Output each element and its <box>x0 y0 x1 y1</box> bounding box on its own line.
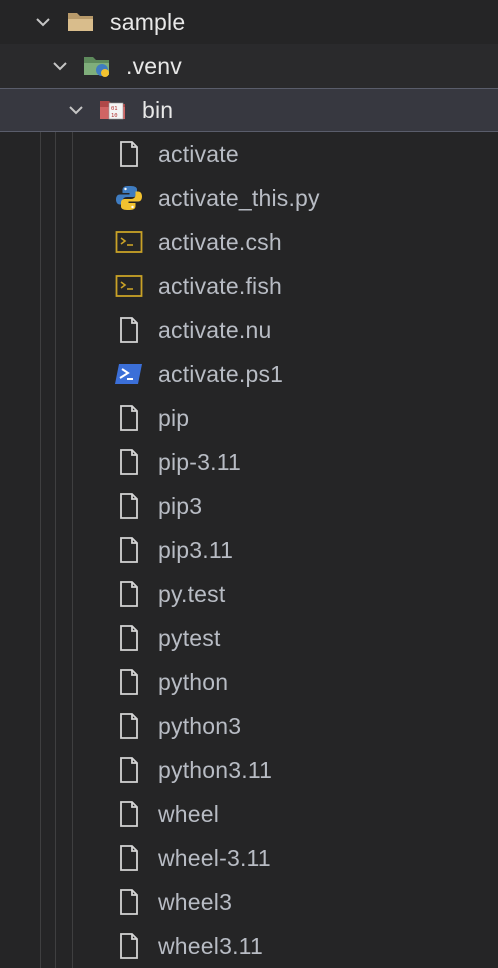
tree-label: activate <box>158 140 239 167</box>
file-icon <box>114 843 144 873</box>
tree-row-sample[interactable]: sample <box>0 0 498 44</box>
chevron-down-icon[interactable] <box>65 99 87 121</box>
file-icon <box>114 139 144 169</box>
python-icon <box>114 183 144 213</box>
tree-label: py.test <box>158 580 226 607</box>
chevron-down-icon[interactable] <box>49 55 71 77</box>
folder-open-icon <box>66 7 96 37</box>
tree-label: pip <box>158 404 190 431</box>
tree-label: sample <box>110 8 186 35</box>
tree-row-file[interactable]: wheel <box>0 792 498 836</box>
tree-row-file[interactable]: activate.fish <box>0 264 498 308</box>
tree-label: wheel3.11 <box>158 932 263 959</box>
svg-text:01: 01 <box>111 106 118 112</box>
tree-row-venv[interactable]: .venv <box>0 44 498 88</box>
tree-row-file[interactable]: python <box>0 660 498 704</box>
file-icon <box>114 535 144 565</box>
tree-label: activate.ps1 <box>158 360 284 387</box>
file-icon <box>114 447 144 477</box>
tree-row-file[interactable]: activate <box>0 132 498 176</box>
tree-label: python <box>158 668 229 695</box>
tree-label: python3.11 <box>158 756 273 783</box>
tree-label: python3 <box>158 712 242 739</box>
tree-label: pip3.11 <box>158 536 234 563</box>
file-icon <box>114 315 144 345</box>
tree-label: activate.csh <box>158 228 282 255</box>
tree-row-file[interactable]: activate.ps1 <box>0 352 498 396</box>
file-icon <box>114 667 144 697</box>
file-icon <box>114 711 144 741</box>
tree-row-file[interactable]: python3.11 <box>0 748 498 792</box>
tree-row-file[interactable]: activate.csh <box>0 220 498 264</box>
powershell-icon <box>114 359 144 389</box>
tree-label: activate_this.py <box>158 184 320 211</box>
svg-text:10: 10 <box>111 113 118 119</box>
file-icon <box>114 755 144 785</box>
tree-label: pip-3.11 <box>158 448 242 475</box>
file-icon <box>114 931 144 961</box>
tree-label: bin <box>142 96 174 123</box>
tree-row-file[interactable]: activate.nu <box>0 308 498 352</box>
tree-label: activate.fish <box>158 272 283 299</box>
tree-label: activate.nu <box>158 316 272 343</box>
tree-label: wheel3 <box>158 888 233 915</box>
tree-label: wheel-3.11 <box>158 844 271 871</box>
terminal-icon <box>114 271 144 301</box>
tree-row-file[interactable]: wheel3.11 <box>0 924 498 968</box>
chevron-down-icon[interactable] <box>32 11 54 33</box>
tree-row-file[interactable]: activate_this.py <box>0 176 498 220</box>
tree-row-file[interactable]: python3 <box>0 704 498 748</box>
tree-row-file[interactable]: pytest <box>0 616 498 660</box>
file-icon <box>114 579 144 609</box>
file-explorer-tree: sample .venv 01 10 bin activate activate… <box>0 0 498 968</box>
tree-label: .venv <box>126 52 182 79</box>
terminal-icon <box>114 227 144 257</box>
tree-label: pip3 <box>158 492 203 519</box>
file-icon <box>114 491 144 521</box>
binary-folder-icon: 01 10 <box>98 95 128 125</box>
tree-row-file[interactable]: pip <box>0 396 498 440</box>
file-icon <box>114 887 144 917</box>
tree-row-file[interactable]: wheel-3.11 <box>0 836 498 880</box>
file-icon <box>114 623 144 653</box>
tree-label: pytest <box>158 624 221 651</box>
tree-row-file[interactable]: py.test <box>0 572 498 616</box>
tree-row-file[interactable]: pip3.11 <box>0 528 498 572</box>
tree-row-file[interactable]: pip-3.11 <box>0 440 498 484</box>
tree-label: wheel <box>158 800 220 827</box>
file-icon <box>114 403 144 433</box>
tree-row-file[interactable]: pip3 <box>0 484 498 528</box>
tree-row-bin[interactable]: 01 10 bin <box>0 88 498 132</box>
file-icon <box>114 799 144 829</box>
python-folder-icon <box>82 51 112 81</box>
tree-row-file[interactable]: wheel3 <box>0 880 498 924</box>
